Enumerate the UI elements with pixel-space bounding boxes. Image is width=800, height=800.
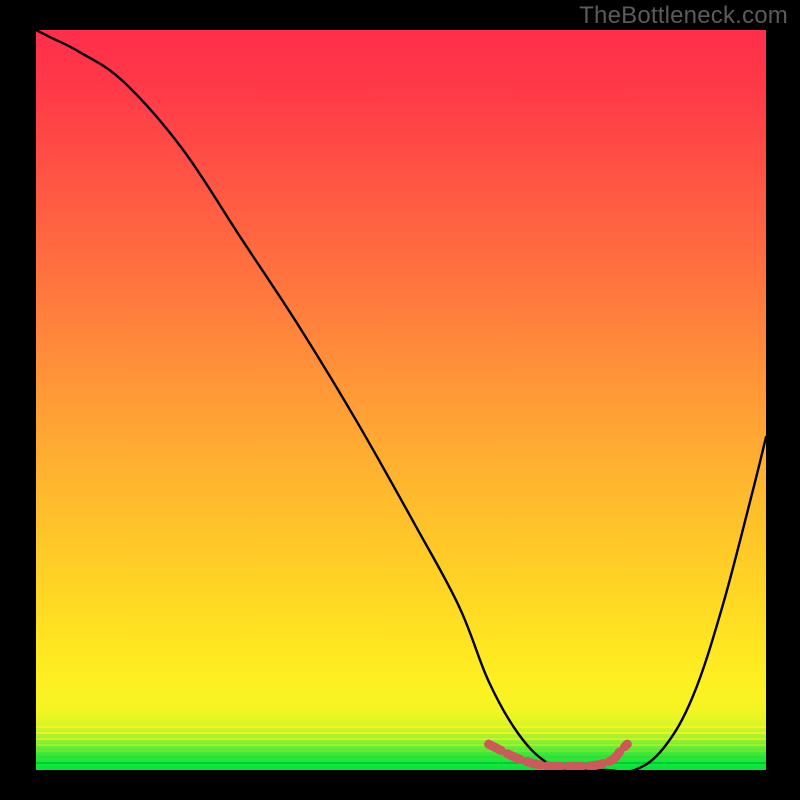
optimal-range-marker [489, 744, 628, 766]
watermark-text: TheBottleneck.com [579, 2, 788, 30]
plot-area [36, 30, 766, 770]
chart-frame: TheBottleneck.com [0, 0, 800, 800]
chart-svg [36, 30, 766, 770]
bottleneck-curve [36, 30, 766, 770]
